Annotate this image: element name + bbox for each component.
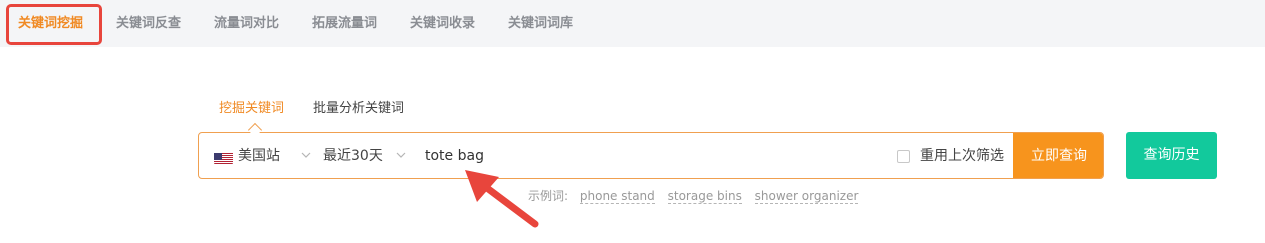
tab-keyword-library[interactable]: 关键词词库 <box>508 10 573 38</box>
subtab-mine-keywords[interactable]: 挖掘关键词 <box>219 99 284 119</box>
time-range-select[interactable]: 最近30天 <box>323 133 383 178</box>
us-flag-icon <box>214 151 233 164</box>
annotation-arrow-icon <box>465 170 539 228</box>
example-keywords: 示例词: phone stand storage bins shower org… <box>528 186 867 206</box>
query-history-button[interactable]: 查询历史 <box>1126 132 1217 179</box>
reuse-filter-label[interactable]: 重用上次筛选 <box>920 133 1004 178</box>
tab-traffic-compare[interactable]: 流量词对比 <box>214 10 279 38</box>
top-tab-bar: 关键词挖掘 关键词反查 流量词对比 拓展流量词 关键词收录 关键词词库 <box>0 0 1265 47</box>
search-submit-button[interactable]: 立即查询 <box>1013 133 1103 178</box>
tab-keyword-reverse-lookup[interactable]: 关键词反查 <box>116 10 181 38</box>
site-select[interactable]: 美国站 <box>238 133 280 178</box>
tab-keyword-indexing[interactable]: 关键词收录 <box>410 10 475 38</box>
tab-expand-traffic[interactable]: 拓展流量词 <box>312 10 377 38</box>
tab-keyword-mining[interactable]: 关键词挖掘 <box>18 10 83 38</box>
example-keyword[interactable]: phone stand <box>579 189 655 204</box>
search-bar: 美国站 最近30天 tote bag 重用上次筛选 立即查询 <box>198 132 1104 179</box>
subtab-batch-analysis[interactable]: 批量分析关键词 <box>313 99 404 119</box>
chevron-down-icon[interactable] <box>300 149 312 161</box>
example-keyword[interactable]: storage bins <box>667 189 742 204</box>
example-keyword[interactable]: shower organizer <box>754 189 859 204</box>
reuse-filter-checkbox[interactable] <box>897 150 910 163</box>
chevron-down-icon[interactable] <box>395 149 407 161</box>
